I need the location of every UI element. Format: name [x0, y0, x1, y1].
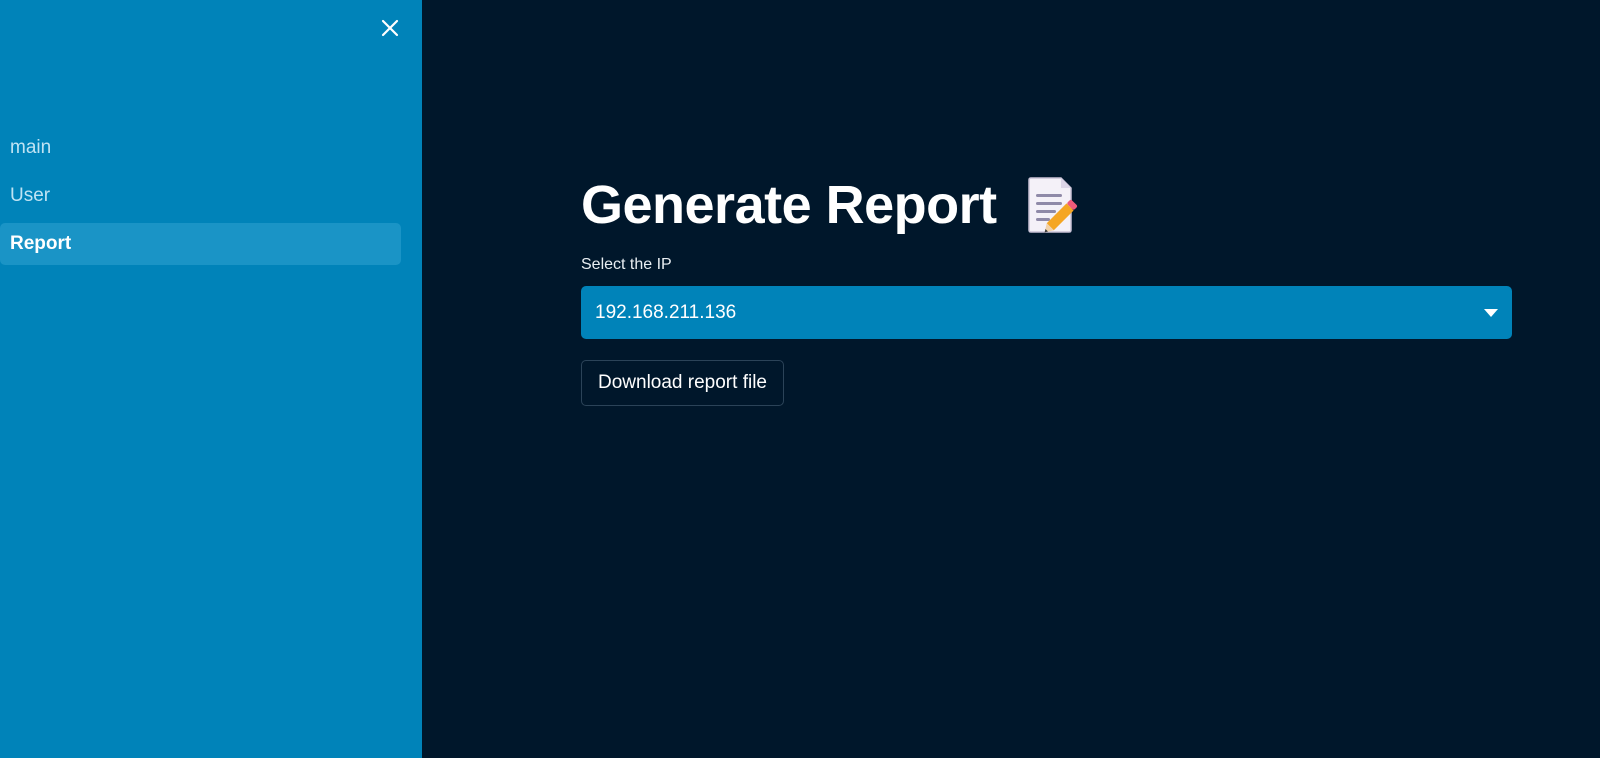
page-title: Generate Report — [581, 175, 997, 235]
chevron-down-icon — [1484, 308, 1498, 317]
sidebar-item-report[interactable]: Report — [0, 223, 401, 265]
sidebar: main User Report — [0, 0, 422, 758]
close-icon — [381, 19, 399, 37]
ip-select-value: 192.168.211.136 — [595, 301, 737, 323]
sidebar-item-label: main — [10, 137, 52, 158]
sidebar-item-main[interactable]: main — [0, 127, 401, 169]
ip-select[interactable]: 192.168.211.136 — [581, 286, 1512, 339]
download-report-button[interactable]: Download report file — [581, 360, 784, 406]
sidebar-item-label: Report — [10, 233, 72, 254]
main-content: Generate Report Select the IP 192.168.21… — [422, 0, 1600, 758]
select-ip-label: Select the IP — [581, 256, 672, 273]
memo-icon — [1027, 177, 1077, 233]
sidebar-nav: main User Report — [0, 127, 401, 271]
close-sidebar-button[interactable] — [378, 16, 402, 40]
sidebar-item-user[interactable]: User — [0, 175, 401, 217]
report-form: Generate Report Select the IP 192.168.21… — [581, 170, 1512, 406]
sidebar-item-label: User — [10, 185, 51, 206]
title-row: Generate Report — [581, 170, 1512, 240]
